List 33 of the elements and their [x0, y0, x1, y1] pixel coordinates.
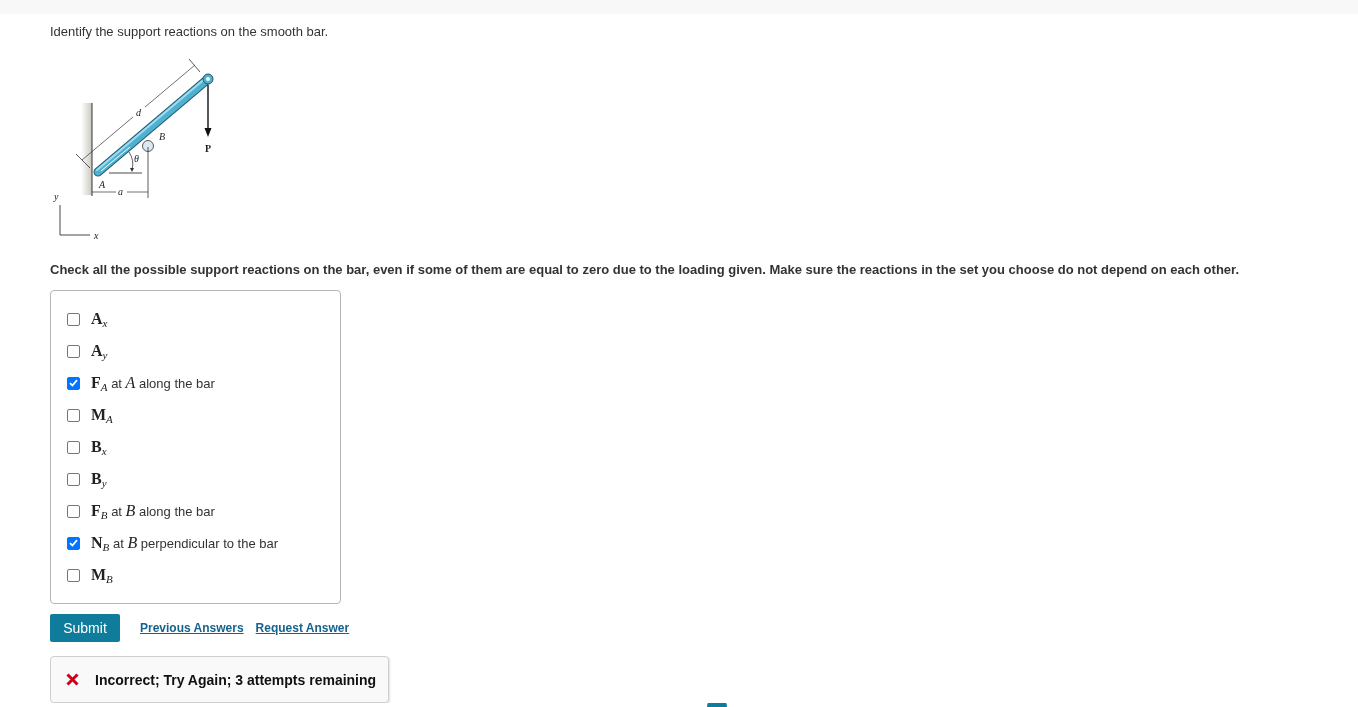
- checkbox[interactable]: [67, 472, 80, 486]
- option-label: N$_{B}$ at B perpendicular to the bar: [91, 533, 279, 553]
- figure-label: P: [205, 143, 212, 154]
- instruction-text: Check all the possible support reactions on the bar, even if some of them are equal to zero due to the loading given. Make sure the reactions in the set you choose do not depend on each other.: [50, 262, 1239, 278]
- figure-label: x: [94, 230, 99, 241]
- option-label: B$_{x}$: [91, 437, 107, 457]
- answer-link[interactable]: Request Answer: [255, 621, 350, 635]
- figure-label: θ: [134, 153, 139, 164]
- checkbox[interactable]: [67, 312, 80, 326]
- option-label: F$_{B}$ at B along the bar: [91, 501, 215, 521]
- checkbox[interactable]: [67, 440, 80, 454]
- checkbox[interactable]: [67, 504, 80, 518]
- figure-label: d: [136, 107, 141, 118]
- answer-link[interactable]: Previous Answers: [140, 621, 244, 635]
- checkbox[interactable]: [67, 376, 80, 390]
- submit-button[interactable]: Submit: [50, 614, 120, 642]
- question-text: Identify the support reactions on the smooth bar.: [50, 24, 329, 40]
- checkbox[interactable]: [67, 408, 80, 422]
- figure-label: A: [99, 179, 106, 190]
- checkbox[interactable]: [67, 536, 80, 550]
- option-label: B$_{y}$: [91, 469, 107, 489]
- option-label: A$_{y}$: [91, 341, 108, 361]
- figure-label: y: [54, 191, 59, 202]
- figure-label: B: [159, 131, 166, 142]
- figure-label: a: [118, 186, 123, 197]
- option-label: A$_{x}$: [91, 309, 108, 329]
- feedback-message: Incorrect; Try Again; 3 attempts remaining: [95, 671, 377, 688]
- checkbox[interactable]: [67, 344, 80, 358]
- option-label: F$_{A}$ at A along the bar: [91, 373, 215, 393]
- option-label: M$_{B}$: [91, 565, 113, 585]
- checkbox[interactable]: [67, 568, 80, 582]
- round-button[interactable]: [707, 703, 727, 707]
- option-label: M$_{A}$: [91, 405, 113, 425]
